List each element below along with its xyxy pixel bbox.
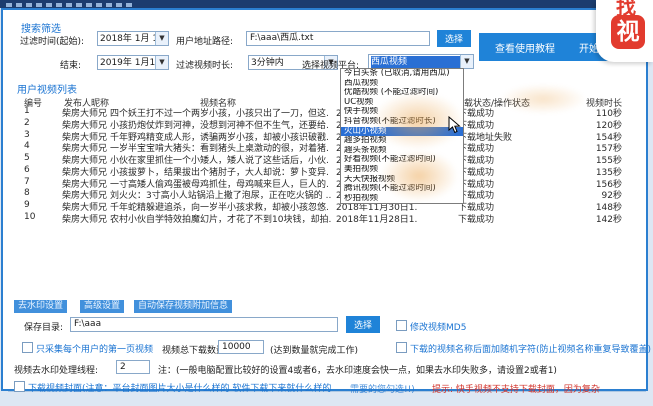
table-row[interactable]: 6柴房大师兄小孩拔萝卜，结果拔出个猪肘子，大人却说：萝卜变异.2018年1下载成… (0, 165, 646, 177)
dropdown-item[interactable]: 天天快报视频 (341, 175, 463, 185)
checkbox-icon[interactable] (396, 342, 407, 353)
tab-advanced-settings[interactable]: 高级设置 (80, 300, 124, 313)
filter-start-label: 过滤时间(起始): (20, 34, 84, 47)
chevron-down-icon[interactable]: ▼ (155, 56, 168, 69)
platform-combo[interactable]: 西瓜视频 ▼ (368, 54, 474, 69)
dropdown-item[interactable]: 趣头条视频 (341, 146, 463, 156)
dropdown-item[interactable]: UC视频 (341, 98, 463, 108)
cover-checkbox[interactable]: 下载视频封面(注意：平台封面图片大小是什么样的 软件下载下来就什么样的 (14, 381, 331, 394)
dropdown-item[interactable]: 好看视频(不能过滤时间) (341, 155, 463, 165)
dropdown-item[interactable]: 今日头条 (已取消,请用西瓜) (341, 69, 463, 79)
save-dir-input[interactable]: F:\aaa (70, 317, 338, 332)
end-datepicker[interactable]: 2019年 1月16日 ▼ (97, 55, 169, 70)
first-page-checkbox[interactable]: 只采集每个用户的第一页视频 (22, 342, 153, 355)
dropdown-item-highlighted[interactable]: 火山小视频 (341, 127, 463, 137)
table-row[interactable]: 4柴房大师兄一岁半宝宝啃大猪头：看到猪头上桌激动的很，对着猪.2018年1下载成… (0, 141, 646, 153)
md5-checkbox[interactable]: 修改视频MD5 (396, 320, 466, 333)
checkbox-icon[interactable] (396, 320, 407, 331)
save-dir-label: 保存目录: (24, 320, 63, 333)
dir-select-button[interactable]: 选择 (346, 316, 380, 333)
user-path-input[interactable]: F:\aaa\西瓜.txt (246, 31, 430, 46)
video-list-title: 用户视频列表 (14, 81, 80, 96)
search-filter-title: 搜索筛选 (18, 20, 64, 35)
table-row[interactable]: 8柴房大师兄刘火火：3寸高小人站锅沿上撒了泡尿，正在吃火锅的 ..2018年12… (0, 188, 646, 200)
dropdown-item[interactable]: 西瓜视频 (341, 79, 463, 89)
dropdown-item[interactable]: 抖音视频(不能过滤时长) (341, 117, 463, 127)
checkbox-icon[interactable] (22, 342, 33, 353)
title-bar[interactable] (0, 0, 653, 8)
user-path-label: 用户地址路径: (176, 34, 233, 47)
app-window: 搜索筛选 过滤时间(起始): 2018年 1月 1日 ▼ 用户地址路径: F:\… (0, 0, 653, 406)
total-download-hint: (达到数量就完成工作) (270, 343, 358, 356)
app-logo: 找 视 (596, 0, 653, 62)
duration-filter-label: 过滤视频时长: (176, 58, 233, 71)
dropdown-item[interactable]: 腾讯视频(不能过滤时间) (341, 184, 463, 194)
dropdown-item[interactable]: 快手视频 (341, 107, 463, 117)
checkbox-icon[interactable] (14, 381, 25, 392)
table-row[interactable]: 9柴房大师兄千年蛇精躲避追杀，向一岁半小孩求救，却被小孩忽悠.2018年11月3… (0, 200, 646, 212)
video-logo-icon: 视 (611, 15, 645, 49)
chevron-down-icon[interactable]: ▼ (460, 55, 473, 68)
table-row[interactable]: 5柴房大师兄小伙在家里抓住一个小矮人，矮人说了这些话后，小伙.2018年1下载成… (0, 153, 646, 165)
chevron-down-icon[interactable]: ▼ (155, 32, 168, 45)
kuaishou-tip: 提示: 快手视频不支持下载封面，因为复杂 (432, 382, 600, 395)
tab-autosave-info[interactable]: 自动保存视频附加信息 (134, 300, 232, 313)
platform-dropdown-list: 今日头条 (已取消,请用西瓜) 西瓜视频 优酷视频 (不能过滤时间) UC视频 … (340, 68, 464, 204)
path-select-button[interactable]: 选择 (437, 30, 471, 47)
filter-start-datepicker[interactable]: 2018年 1月 1日 ▼ (97, 31, 169, 46)
threads-input[interactable]: 2 (116, 360, 150, 374)
random-suffix-checkbox[interactable]: 下载的视频名称后面加随机字符(防止视频名称重复导致覆盖) (396, 342, 651, 355)
table-row[interactable]: 2柴房大师兄小孩扔炮仗炸到河神，没想到河神不但不生气，还要给.2018年1下载成… (0, 118, 646, 130)
threads-note: 注：(一般电脑配置比较好的设置4或者6，去水印速度会快一点，如果去水印失败多，请… (158, 363, 557, 376)
table-row[interactable]: 10柴房大师兄农村小伙自学特效拍魔幻片，才花了不到10块钱，却拍.2018年11… (0, 212, 646, 224)
threads-label: 视频去水印处理线程: (14, 363, 98, 376)
dropdown-item[interactable]: 趣多拍视频 (341, 136, 463, 146)
tab-watermark-settings[interactable]: 去水印设置 (14, 300, 67, 313)
end-date-label: 结束: (60, 58, 81, 71)
dropdown-item[interactable]: 秒拍视频 (341, 194, 463, 204)
dropdown-item[interactable]: 美拍视频 (341, 165, 463, 175)
total-download-input[interactable]: 10000 (218, 340, 264, 354)
cover-checkbox-suffix: 需要的您勾选!!) (350, 382, 415, 395)
dropdown-item[interactable]: 优酷视频 (不能过滤时间) (341, 88, 463, 98)
table-row[interactable]: 1柴房大师兄四个妖王打不过一个两岁小孩，小孩只出了一刀，但这.2019年1下载成… (0, 106, 646, 118)
